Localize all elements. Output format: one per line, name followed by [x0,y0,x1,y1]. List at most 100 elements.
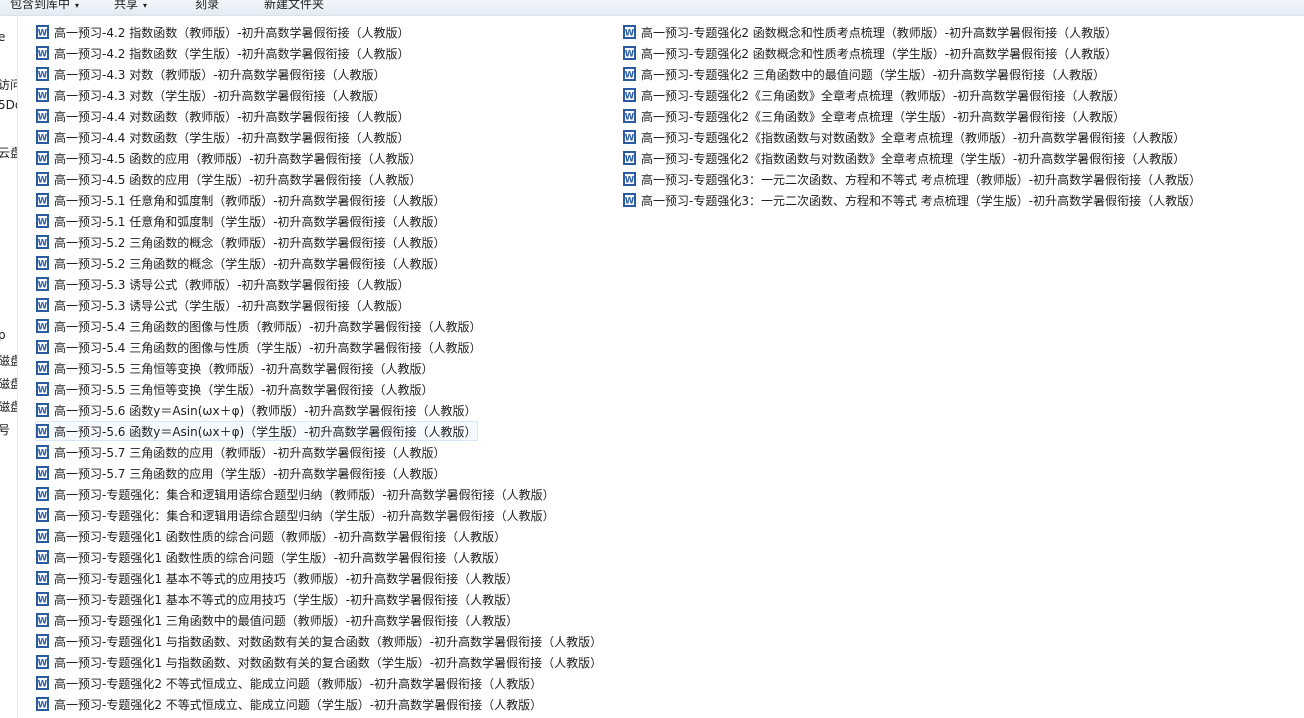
file-item[interactable]: W 高一预习-5.2 三角函数的概念（学生版）-初升高数学暑假衔接（人教版） [36,253,446,273]
word-doc-icon: W [36,25,49,39]
svg-text:W: W [38,680,48,690]
file-item[interactable]: W 高一预习-专题强化2 函数概念和性质考点梳理（教师版）-初升高数学暑假衔接（人… [623,22,1117,42]
file-item[interactable]: W 高一预习-5.2 三角函数的概念（教师版）-初升高数学暑假衔接（人教版） [36,232,446,252]
word-doc-icon: W [36,340,49,354]
file-item[interactable]: W 高一预习-4.4 对数函数（教师版）-初升高数学暑假衔接（人教版） [36,106,410,126]
file-item[interactable]: W 高一预习-4.3 对数（教师版）-初升高数学暑假衔接（人教版） [36,64,386,84]
svg-text:W: W [625,92,635,102]
file-item[interactable]: W 高一预习-4.2 指数函数（教师版）-初升高数学暑假衔接（人教版） [36,22,410,42]
file-item[interactable]: W 高一预习-专题强化1 与指数函数、对数函数有关的复合函数（教师版）-初升高数学… [36,631,602,651]
svg-text:W: W [38,218,48,228]
file-name: 高一预习-4.3 对数（教师版）-初升高数学暑假衔接（人教版） [54,67,386,82]
file-item[interactable]: W 高一预习-专题强化1 三角函数中的最值问题（教师版）-初升高数学暑假衔接（人教… [36,610,518,630]
svg-text:W: W [38,113,48,123]
file-item[interactable]: W 高一预习-5.3 诱导公式（教师版）-初升高数学暑假衔接（人教版） [36,274,410,294]
file-item[interactable]: W 高一预习-专题强化2 三角函数中的最值问题（学生版）-初升高数学暑假衔接（人教… [623,64,1105,84]
svg-text:W: W [38,365,48,375]
file-item[interactable]: W 高一预习-5.6 函数y＝Asin(ωx＋φ)（教师版）-初升高数学暑假衔接（… [36,400,477,420]
svg-text:W: W [38,92,48,102]
file-name: 高一预习-专题强化2 函数概念和性质考点梳理（教师版）-初升高数学暑假衔接（人教… [641,25,1118,40]
nav-item-cloud-drive[interactable]: 云盘 [0,144,17,161]
file-item[interactable]: W 高一预习-专题强化3：一元二次函数、方程和不等式 考点梳理（学生版）-初升高数… [623,190,1201,210]
nav-item[interactable]: p [0,328,6,342]
file-item[interactable]: W 高一预习-4.3 对数（学生版）-初升高数学暑假衔接（人教版） [36,85,386,105]
word-doc-icon: W [36,67,49,81]
word-doc-icon: W [36,235,49,249]
file-name: 高一预习-4.4 对数函数（学生版）-初升高数学暑假衔接（人教版） [54,130,410,145]
svg-text:W: W [38,386,48,396]
file-item[interactable]: W 高一预习-5.3 诱导公式（学生版）-初升高数学暑假衔接（人教版） [36,295,410,315]
file-item[interactable]: W 高一预习-5.4 三角函数的图像与性质（学生版）-初升高数学暑假衔接（人教版） [36,337,482,357]
file-item[interactable]: W 高一预习-5.7 三角函数的应用（学生版）-初升高数学暑假衔接（人教版） [36,463,446,483]
nav-item[interactable]: e [0,30,5,44]
word-doc-icon: W [36,634,49,648]
file-item[interactable]: W 高一预习-5.1 任意角和弧度制（教师版）-初升高数学暑假衔接（人教版） [36,190,446,210]
nav-item-disk[interactable]: 磁盘 [0,398,17,415]
file-item[interactable]: W 高一预习-4.5 函数的应用（教师版）-初升高数学暑假衔接（人教版） [36,148,422,168]
file-item[interactable]: W 高一预习-4.2 指数函数（学生版）-初升高数学暑假衔接（人教版） [36,43,410,63]
file-item[interactable]: W 高一预习-4.5 函数的应用（学生版）-初升高数学暑假衔接（人教版） [36,169,422,189]
file-name: 高一预习-5.5 三角恒等变换（学生版）-初升高数学暑假衔接（人教版） [54,382,434,397]
nav-item-disk[interactable]: 磁盘 [0,352,17,369]
file-name: 高一预习-4.5 函数的应用（学生版）-初升高数学暑假衔接（人教版） [54,172,422,187]
word-doc-icon: W [623,151,636,165]
svg-text:W: W [38,533,48,543]
navigation-pane[interactable]: e 访问 5Do 云盘 p 磁盘 磁盘 磁盘 号 [0,16,18,718]
file-item[interactable]: W 高一预习-5.7 三角函数的应用（教师版）-初升高数学暑假衔接（人教版） [36,442,446,462]
nav-item-quick-access[interactable]: 访问 [0,76,17,93]
file-item[interactable]: W 高一预习-5.1 任意角和弧度制（学生版）-初升高数学暑假衔接（人教版） [36,211,446,231]
file-name: 高一预习-专题强化1 函数性质的综合问题（学生版）-初升高数学暑假衔接（人教版） [54,550,507,565]
nav-item-disk[interactable]: 磁盘 [0,375,17,392]
new-folder-button[interactable]: 新建文件夹 [264,0,324,12]
include-in-library-button[interactable]: 包含到库中 ▾ [10,0,79,12]
file-item[interactable]: W 高一预习-专题强化2《指数函数与对数函数》全章考点梳理（教师版）-初升高数学暑… [623,127,1185,147]
file-name: 高一预习-专题强化1 基本不等式的应用技巧（教师版）-初升高数学暑假衔接（人教版… [54,571,519,586]
file-item[interactable]: W 高一预习-专题强化1 基本不等式的应用技巧（教师版）-初升高数学暑假衔接（人教… [36,568,518,588]
word-doc-icon: W [623,25,636,39]
svg-text:W: W [38,554,48,564]
file-item[interactable]: W 高一预习-专题强化2 不等式恒成立、能成立问题（学生版）-初升高数学暑假衔接（… [36,694,542,714]
file-item[interactable]: W 高一预习-专题强化2《三角函数》全章考点梳理（学生版）-初升高数学暑假衔接（人… [623,106,1125,126]
svg-text:W: W [38,71,48,81]
svg-text:W: W [38,197,48,207]
svg-text:W: W [38,575,48,585]
svg-text:W: W [38,659,48,669]
file-item[interactable]: W 高一预习-专题强化3：一元二次函数、方程和不等式 考点梳理（教师版）-初升高数… [623,169,1201,189]
svg-text:W: W [38,617,48,627]
word-doc-icon: W [36,571,49,585]
share-button[interactable]: 共享 ▾ [114,0,147,12]
svg-text:W: W [38,701,48,711]
file-item[interactable]: W 高一预习-4.4 对数函数（学生版）-初升高数学暑假衔接（人教版） [36,127,410,147]
file-item[interactable]: W 高一预习-专题强化：集合和逻辑用语综合题型归纳（教师版）-初升高数学暑假衔接（… [36,484,555,504]
burn-button[interactable]: 刻录 [195,0,219,12]
file-item[interactable]: W 高一预习-5.5 三角恒等变换（学生版）-初升高数学暑假衔接（人教版） [36,379,434,399]
word-doc-icon: W [36,361,49,375]
file-name: 高一预习-专题强化2 函数概念和性质考点梳理（学生版）-初升高数学暑假衔接（人教… [641,46,1118,61]
svg-text:W: W [625,50,635,60]
file-name: 高一预习-5.7 三角函数的应用（教师版）-初升高数学暑假衔接（人教版） [54,445,446,460]
file-item[interactable]: W 高一预习-专题强化2《三角函数》全章考点梳理（教师版）-初升高数学暑假衔接（人… [623,85,1125,105]
file-name: 高一预习-专题强化3：一元二次函数、方程和不等式 考点梳理（学生版）-初升高数学… [641,193,1202,208]
file-name: 高一预习-4.5 函数的应用（教师版）-初升高数学暑假衔接（人教版） [54,151,422,166]
file-item[interactable]: W 高一预习-5.5 三角恒等变换（教师版）-初升高数学暑假衔接（人教版） [36,358,434,378]
file-name: 高一预习-5.3 诱导公式（教师版）-初升高数学暑假衔接（人教版） [54,277,410,292]
file-item[interactable]: W 高一预习-专题强化1 与指数函数、对数函数有关的复合函数（学生版）-初升高数学… [36,652,602,672]
file-item[interactable]: W 高一预习-专题强化1 函数性质的综合问题（学生版）-初升高数学暑假衔接（人教版… [36,547,506,567]
file-item[interactable]: W 高一预习-5.6 函数y＝Asin(ωx＋φ)（学生版）-初升高数学暑假衔接（… [35,421,478,441]
svg-text:W: W [38,638,48,648]
nav-item[interactable]: 5Do [0,98,17,112]
file-item[interactable]: W 高一预习-专题强化2《指数函数与对数函数》全章考点梳理（学生版）-初升高数学暑… [623,148,1185,168]
word-doc-icon: W [623,172,636,186]
file-item[interactable]: W 高一预习-专题强化1 基本不等式的应用技巧（学生版）-初升高数学暑假衔接（人教… [36,589,518,609]
file-item[interactable]: W 高一预习-专题强化2 函数概念和性质考点梳理（学生版）-初升高数学暑假衔接（人… [623,43,1117,63]
nav-item[interactable]: 号 [0,421,10,438]
file-item[interactable]: W 高一预习-专题强化1 函数性质的综合问题（教师版）-初升高数学暑假衔接（人教版… [36,526,506,546]
file-item[interactable]: W 高一预习-专题强化2 不等式恒成立、能成立问题（教师版）-初升高数学暑假衔接（… [36,673,542,693]
file-item[interactable]: W 高一预习-5.4 三角函数的图像与性质（教师版）-初升高数学暑假衔接（人教版） [36,316,482,336]
word-doc-icon: W [36,508,49,522]
svg-text:W: W [625,197,635,207]
svg-text:W: W [38,407,48,417]
file-item[interactable]: W 高一预习-专题强化：集合和逻辑用语综合题型归纳（学生版）-初升高数学暑假衔接（… [36,505,555,525]
svg-text:W: W [625,155,635,165]
word-doc-icon: W [36,550,49,564]
